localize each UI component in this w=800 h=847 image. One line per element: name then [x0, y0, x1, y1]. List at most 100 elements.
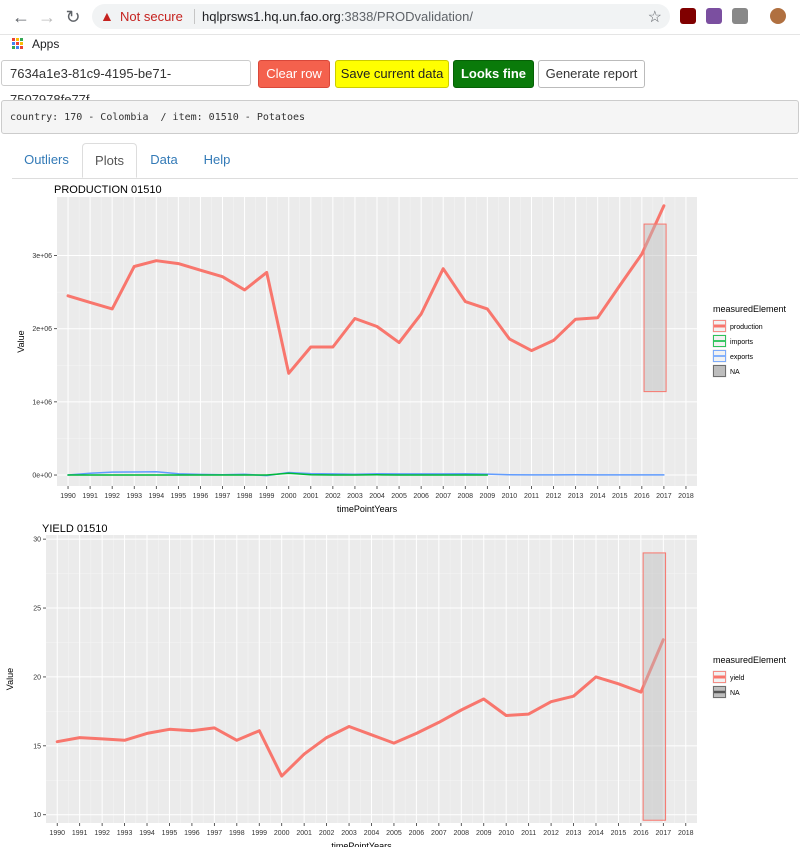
profile-avatar[interactable] — [770, 8, 786, 24]
legend-key-na — [713, 365, 726, 377]
apps-icon[interactable] — [12, 38, 24, 50]
generate-report-button[interactable]: Generate report — [538, 60, 645, 88]
x-tick-label: 2004 — [369, 493, 385, 500]
legend-label: yield — [730, 675, 745, 682]
x-tick-label: 1990 — [49, 830, 65, 837]
legend-label: NA — [730, 369, 740, 376]
tab-plots[interactable]: Plots — [82, 143, 137, 178]
x-tick-label: 2011 — [521, 830, 536, 837]
legend-title: measuredElement — [713, 304, 787, 314]
bookmark-star-icon[interactable]: ☆ — [648, 7, 662, 27]
y-tick-label: 1e+06 — [32, 399, 52, 406]
tab-outliers[interactable]: Outliers — [18, 143, 75, 177]
x-tick-label: 2012 — [546, 493, 562, 500]
y-tick-label: 10 — [33, 812, 41, 819]
y-tick-label: 3e+06 — [32, 253, 52, 260]
tab-data[interactable]: Data — [142, 143, 186, 177]
y-tick-label: 2e+06 — [32, 326, 52, 333]
production-chart: PRODUCTION 01510 1990 1991 1992 1993 1994 1995… — [16, 184, 787, 514]
address-bar[interactable]: ▲ Not secure hqlprsws1.hq.un.fao.org:383… — [92, 4, 670, 29]
url-host: hqlprsws1.hq.un.fao.org — [202, 9, 341, 24]
legend-item-exports: exports — [712, 349, 753, 363]
legend-item-production: production — [712, 319, 763, 333]
chart-title: PRODUCTION 01510 — [54, 184, 162, 196]
extension-icon[interactable] — [706, 8, 722, 24]
apps-bookmark-label[interactable]: Apps — [32, 37, 59, 51]
ublock-extension-icon[interactable] — [680, 8, 696, 24]
x-tick-label: 2009 — [476, 830, 492, 837]
x-tick-label: 2011 — [524, 493, 539, 500]
x-tick-label: 2016 — [634, 493, 650, 500]
tab-bar: Outliers Plots Data Help — [12, 143, 798, 179]
record-id-field[interactable]: 7634a1e3-81c9-4195-be71-7507978fe77f — [1, 60, 251, 107]
clear-row-button[interactable]: Clear row — [258, 60, 330, 88]
y-axis-label: Value — [16, 330, 26, 352]
x-tick-label: 2013 — [566, 830, 582, 837]
x-axis-label: timePointYears — [337, 504, 398, 514]
x-tick-label: 2008 — [454, 830, 470, 837]
x-tick-label: 2005 — [386, 830, 402, 837]
x-tick-label: 2003 — [347, 493, 363, 500]
x-tick-label: 1997 — [215, 493, 231, 500]
legend-item-NA: NA — [712, 364, 740, 378]
omnibox-separator — [194, 9, 195, 24]
looks-fine-button[interactable]: Looks fine — [453, 60, 534, 88]
camera-extension-icon[interactable] — [732, 8, 748, 24]
x-tick-label: 2001 — [303, 493, 319, 500]
warning-icon: ▲ — [100, 8, 114, 24]
x-tick-label: 2006 — [413, 493, 429, 500]
back-icon[interactable]: ← — [10, 6, 32, 28]
x-tick-label: 1998 — [237, 493, 253, 500]
x-tick-label: 1994 — [139, 830, 155, 837]
selection-info: country: 170 - Colombia / item: 01510 - … — [1, 100, 799, 134]
chart-title: YIELD 01510 — [42, 523, 107, 535]
x-tick-label: 1999 — [251, 830, 267, 837]
x-tick-label: 1995 — [171, 493, 187, 500]
x-tick-label: 2002 — [319, 830, 335, 837]
legend-title: measuredElement — [713, 655, 787, 665]
y-tick-label: 30 — [33, 537, 41, 544]
x-tick-label: 2013 — [568, 493, 584, 500]
forward-icon[interactable]: → — [36, 6, 58, 28]
x-tick-label: 2015 — [612, 493, 628, 500]
x-tick-label: 2003 — [341, 830, 357, 837]
x-tick-label: 1992 — [94, 830, 110, 837]
x-tick-label: 1996 — [184, 830, 200, 837]
legend-label: imports — [730, 339, 753, 346]
x-tick-label: 2010 — [498, 830, 514, 837]
reload-icon[interactable]: ↻ — [62, 6, 84, 28]
tab-help[interactable]: Help — [194, 143, 240, 177]
x-tick-label: 2017 — [656, 493, 672, 500]
legend-item-imports: imports — [712, 334, 753, 348]
x-tick-label: 2018 — [678, 830, 694, 837]
x-tick-label: 2002 — [325, 493, 341, 500]
x-tick-label: 1993 — [126, 493, 142, 500]
x-tick-label: 2000 — [274, 830, 290, 837]
legend-item-NA: NA — [712, 685, 740, 699]
y-tick-label: 15 — [33, 743, 41, 750]
x-tick-label: 2008 — [457, 493, 473, 500]
x-tick-label: 2001 — [296, 830, 312, 837]
x-tick-label: 2018 — [678, 493, 694, 500]
y-tick-label: 0e+00 — [32, 473, 52, 480]
x-tick-label: 2010 — [502, 493, 518, 500]
x-tick-label: 2014 — [588, 830, 604, 837]
x-tick-label: 1991 — [82, 493, 98, 500]
legend-label: exports — [730, 354, 753, 361]
x-tick-label: 1996 — [193, 493, 209, 500]
na-range-box — [642, 552, 667, 821]
save-current-data-button[interactable]: Save current data — [335, 60, 449, 88]
x-tick-label: 2005 — [391, 493, 407, 500]
x-tick-label: 2007 — [431, 830, 447, 837]
y-axis-label: Value — [5, 668, 15, 690]
x-tick-label: 2004 — [364, 830, 380, 837]
x-tick-label: 1993 — [117, 830, 133, 837]
x-tick-label: 2014 — [590, 493, 606, 500]
legend-label: production — [730, 324, 763, 331]
x-tick-label: 1997 — [207, 830, 223, 837]
url-path: :3838/PRODvalidation/ — [340, 9, 474, 24]
x-tick-label: 1998 — [229, 830, 245, 837]
yield-chart: YIELD 01510 1990 1991 1992 1993 1994 1995 1996 1… — [5, 523, 787, 847]
x-tick-label: 1992 — [104, 493, 120, 500]
bookmarks-bar — [0, 34, 800, 54]
